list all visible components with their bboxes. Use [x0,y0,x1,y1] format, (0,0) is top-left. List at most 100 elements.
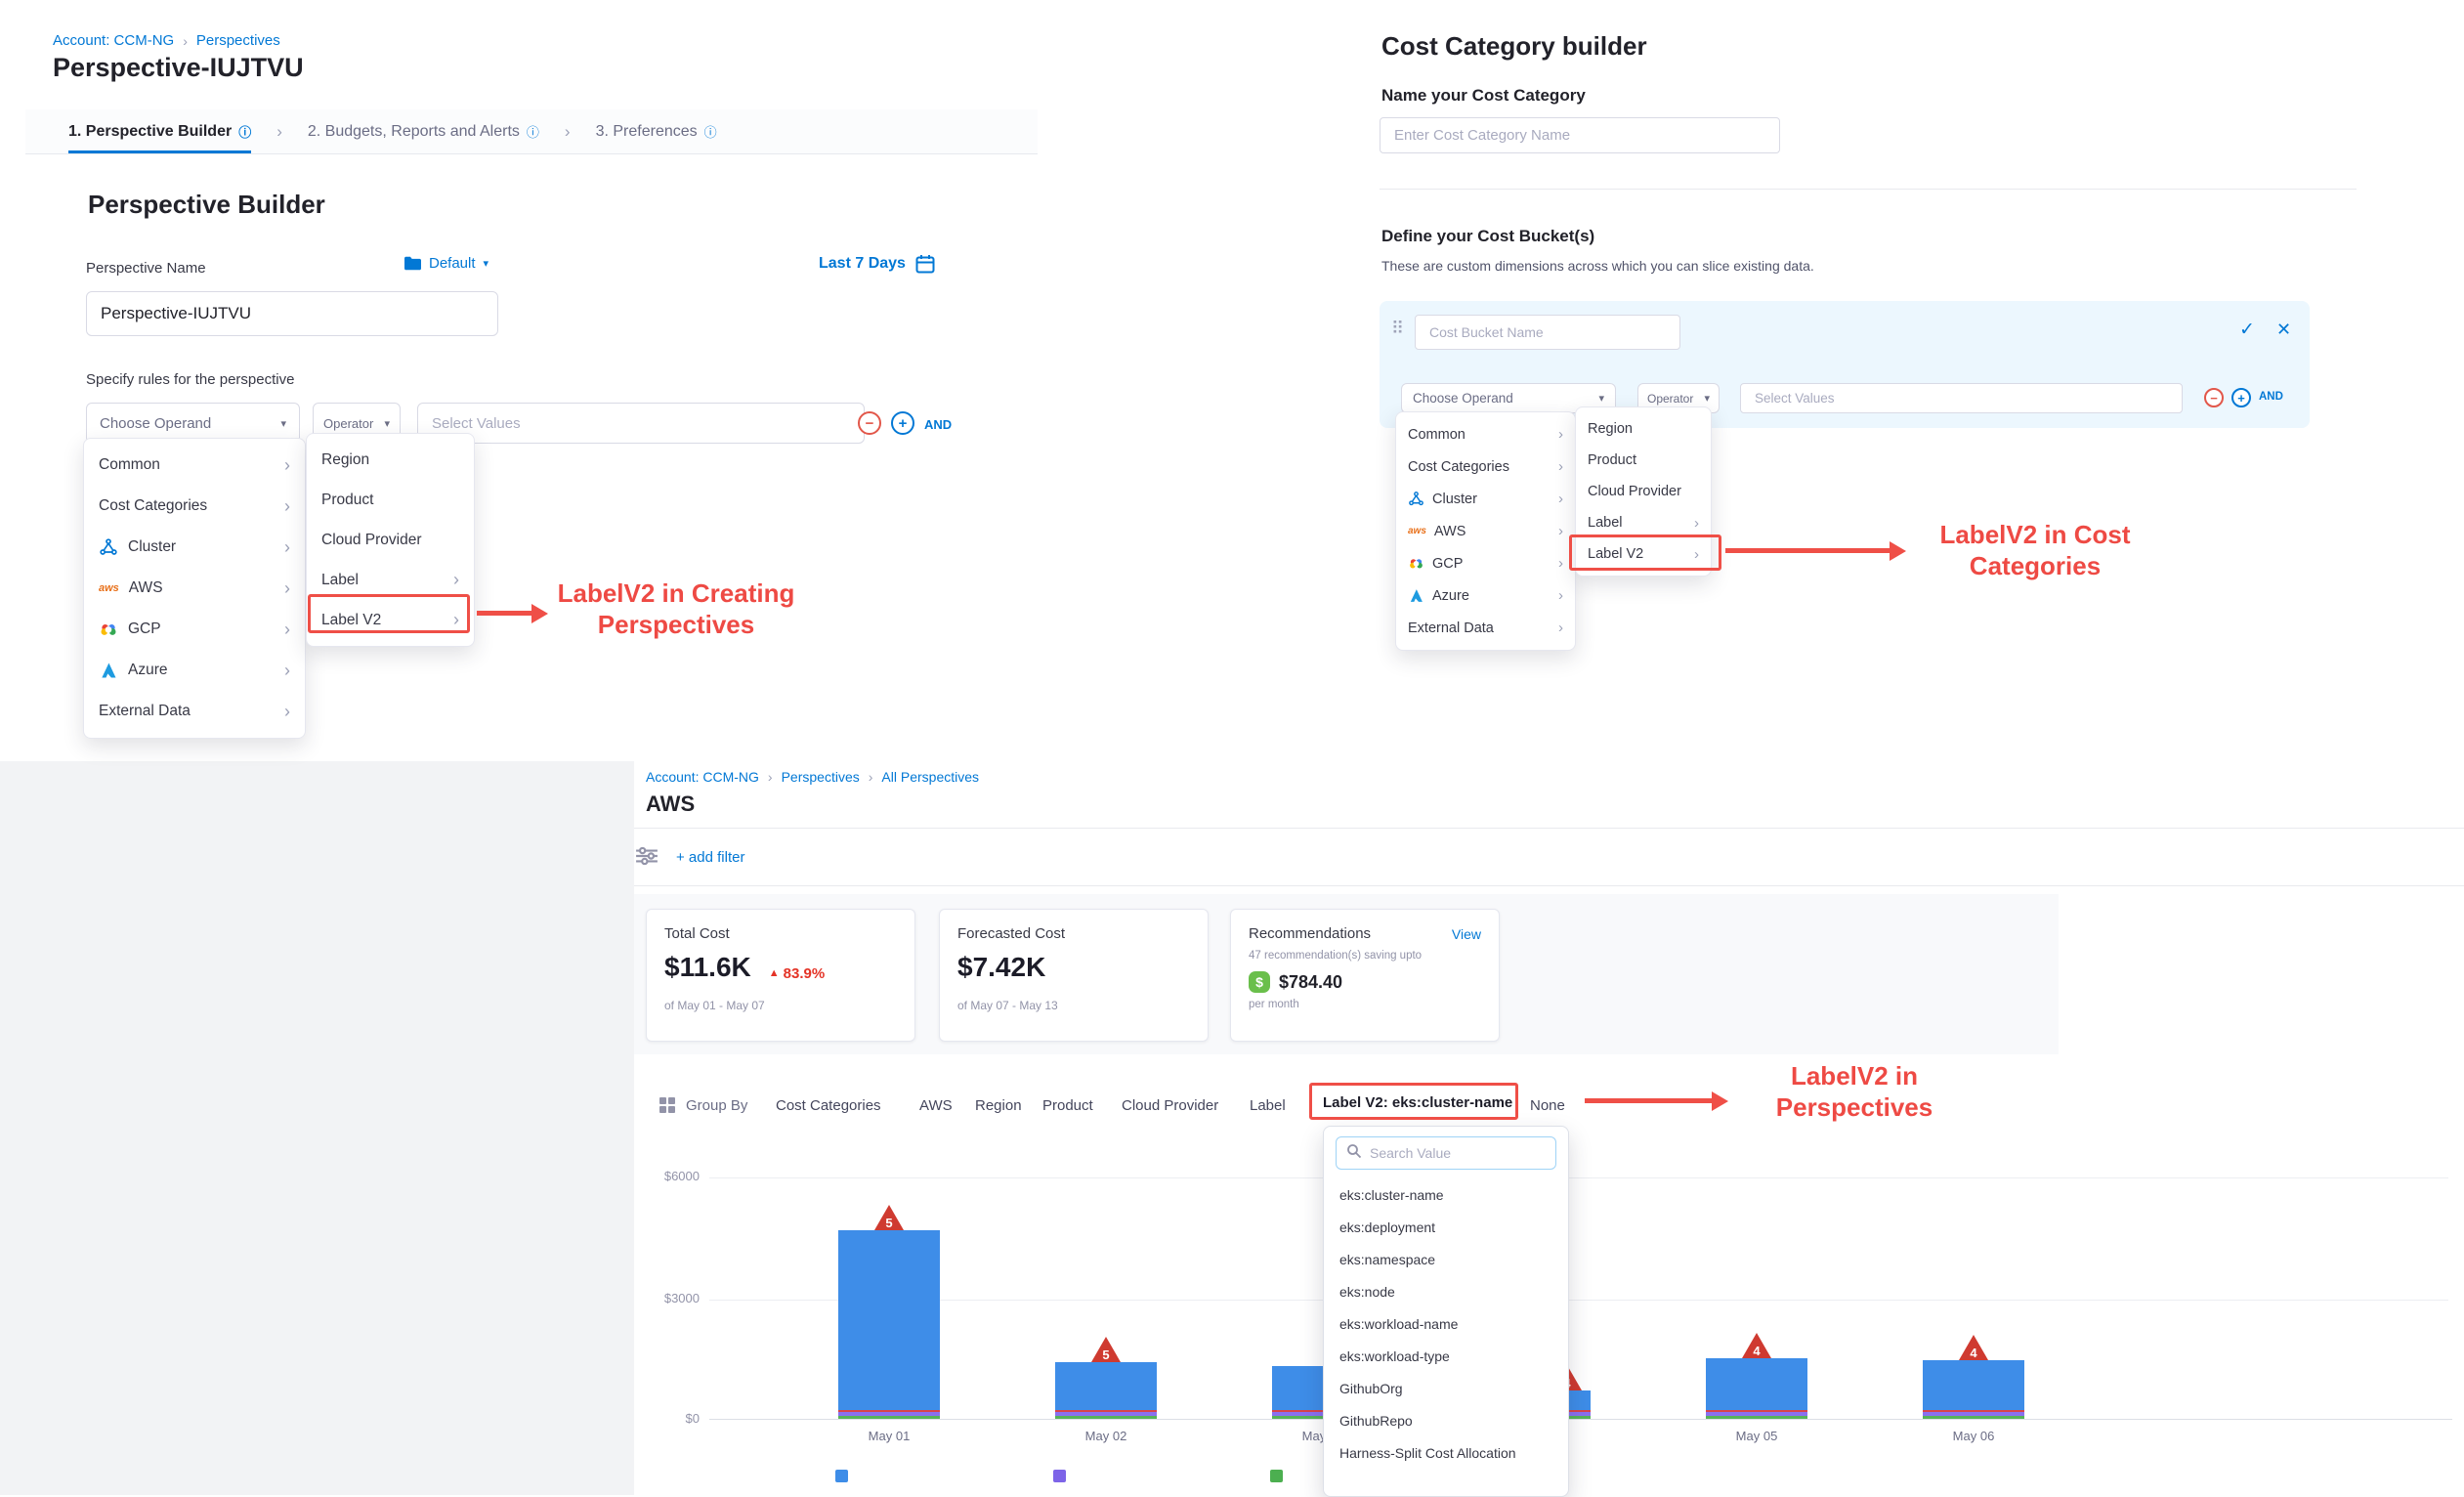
chevron-right-icon: › [1558,426,1563,443]
breadcrumb-account-link[interactable]: Account: CCM-NG [646,769,759,785]
chevron-right-icon: › [768,769,773,785]
card-label: Forecasted Cost [957,925,1190,942]
tab-budgets-reports-alerts[interactable]: 2. Budgets, Reports and Alerts ⓘ [308,109,539,153]
menu-item-gcp[interactable]: GCP› [84,609,305,650]
tab-perspective-builder[interactable]: 1. Perspective Builder ⓘ [68,109,251,153]
groupby-selected-label-v2[interactable]: Label V2: eks:cluster-name [1323,1094,1512,1111]
folder-selector[interactable]: Default ▾ [404,255,489,272]
select-values-input[interactable] [417,403,865,444]
submenu-item-label-v2[interactable]: Label V2› [307,600,474,640]
view-recommendations-link[interactable]: View [1452,926,1481,942]
submenu-item-label-v2[interactable]: Label V2› [1576,538,1711,570]
menu-item-azure[interactable]: Azure› [84,650,305,691]
remove-bucket-rule-button[interactable]: − [2204,388,2224,407]
anomaly-marker[interactable]: 5 [874,1205,904,1230]
menu-item-cluster[interactable]: Cluster› [84,527,305,568]
menu-item-azure[interactable]: Azure› [1396,579,1575,612]
search-value-box[interactable] [1336,1136,1556,1170]
groupby-product[interactable]: Product [1042,1097,1093,1114]
menu-item-cluster[interactable]: Cluster› [1396,483,1575,515]
menu-item-aws[interactable]: aws AWS› [1396,515,1575,547]
submenu-item-cloud-provider[interactable]: Cloud Provider [307,520,474,560]
dropdown-item-eks-workload-type[interactable]: eks:workload-type [1324,1341,1568,1373]
breadcrumb: Account: CCM-NG › Perspectives [53,32,280,49]
add-bucket-rule-button[interactable]: + [2231,388,2251,407]
menu-item-common[interactable]: Common› [1396,418,1575,450]
dropdown-item-eks-workload-name[interactable]: eks:workload-name [1324,1308,1568,1341]
groupby-region[interactable]: Region [975,1097,1022,1114]
date-range-picker[interactable]: Last 7 Days [819,254,935,274]
add-filter-button[interactable]: + add filter [676,849,744,866]
legend-swatch [1270,1470,1283,1482]
close-bucket-icon[interactable]: ✕ [2276,320,2291,340]
x-axis-label: May 01 [840,1429,938,1443]
breadcrumb-all-perspectives-link[interactable]: All Perspectives [881,769,979,785]
groupby-none[interactable]: None [1530,1097,1565,1114]
cost-category-name-input[interactable] [1380,117,1780,153]
legend-swatch [835,1470,848,1482]
menu-item-common[interactable]: Common› [84,445,305,486]
submenu-item-product[interactable]: Product [307,480,474,520]
anomaly-marker[interactable]: 5 [1091,1337,1121,1362]
drag-handle[interactable]: ⠿ [1391,319,1404,339]
search-value-input[interactable] [1370,1145,1546,1161]
bucket-select-values-input[interactable] [1740,383,2183,413]
chevron-right-icon: › [1558,458,1563,475]
dropdown-item-githubrepo[interactable]: GithubRepo [1324,1405,1568,1437]
breadcrumb-perspectives-link[interactable]: Perspectives [196,32,280,49]
breadcrumb-account-link[interactable]: Account: CCM-NG [53,32,174,49]
submenu-item-region[interactable]: Region [307,440,474,480]
forecasted-cost-value: $7.42K [957,952,1190,983]
menu-item-gcp[interactable]: GCP› [1396,547,1575,579]
menu-item-cost-categories[interactable]: Cost Categories› [84,486,305,527]
annotation-text-creating-perspectives: LabelV2 in Creating Perspectives [539,578,813,640]
breadcrumb-perspectives-link[interactable]: Perspectives [782,769,860,785]
chart-bar-may-02[interactable] [1055,1362,1157,1419]
dropdown-item-eks-namespace[interactable]: eks:namespace [1324,1244,1568,1276]
chart-bar-may-05[interactable] [1706,1358,1807,1419]
chart-bar-may-06[interactable] [1923,1360,2024,1419]
remove-rule-button[interactable]: − [858,411,881,435]
submenu-item-label[interactable]: Label› [1576,507,1711,538]
add-rule-button[interactable]: + [891,411,914,435]
chevron-right-icon: › [1694,515,1699,532]
tab-preferences[interactable]: 3. Preferences ⓘ [596,109,717,153]
groupby-cloud-provider[interactable]: Cloud Provider [1122,1097,1218,1114]
card-period: of May 01 - May 07 [664,999,897,1012]
submenu-item-product[interactable]: Product [1576,445,1711,476]
dropdown-item-eks-node[interactable]: eks:node [1324,1276,1568,1308]
dropdown-item-eks-cluster-name[interactable]: eks:cluster-name [1324,1179,1568,1212]
chevron-right-icon: › [1558,587,1563,604]
dropdown-item-githuborg[interactable]: GithubOrg [1324,1373,1568,1405]
tab-label: 1. Perspective Builder [68,123,232,141]
groupby-aws[interactable]: AWS [919,1097,953,1114]
groupby-cost-categories[interactable]: Cost Categories [776,1097,881,1114]
dropdown-item-eks-deployment[interactable]: eks:deployment [1324,1212,1568,1244]
menu-item-external-data[interactable]: External Data› [84,691,305,732]
menu-item-external-data[interactable]: External Data› [1396,612,1575,644]
cost-bucket-name-input[interactable] [1415,315,1680,350]
groupby-label[interactable]: Label [1250,1097,1286,1114]
rules-label: Specify rules for the perspective [86,371,294,388]
cost-buckets-subtext: These are custom dimensions across which… [1381,258,1814,274]
total-cost-card: Total Cost $11.6K ▲83.9% of May 01 - May… [646,909,915,1042]
chevron-right-icon: › [183,33,188,49]
submenu-item-label[interactable]: Label› [307,560,474,600]
menu-item-cost-categories[interactable]: Cost Categories› [1396,450,1575,483]
chevron-down-icon: ▾ [280,417,286,430]
submenu-item-cloud-provider[interactable]: Cloud Provider [1576,476,1711,507]
chart-bar-may-01[interactable] [838,1230,940,1419]
search-icon [1346,1143,1362,1164]
chevron-right-icon: › [453,610,459,630]
menu-item-aws[interactable]: aws AWS› [84,568,305,609]
chevron-down-icon: ▾ [1598,392,1604,405]
anomaly-marker[interactable]: 4 [1742,1333,1771,1358]
calendar-icon [915,254,935,274]
anomaly-marker[interactable]: 4 [1959,1335,1988,1360]
submenu-item-region[interactable]: Region [1576,413,1711,445]
filter-icon[interactable] [635,846,658,871]
date-range-label: Last 7 Days [819,255,906,273]
dropdown-item-harness-split-cost-allocation[interactable]: Harness-Split Cost Allocation [1324,1437,1568,1470]
confirm-bucket-icon[interactable]: ✓ [2239,319,2255,341]
perspective-name-input[interactable] [86,291,498,336]
